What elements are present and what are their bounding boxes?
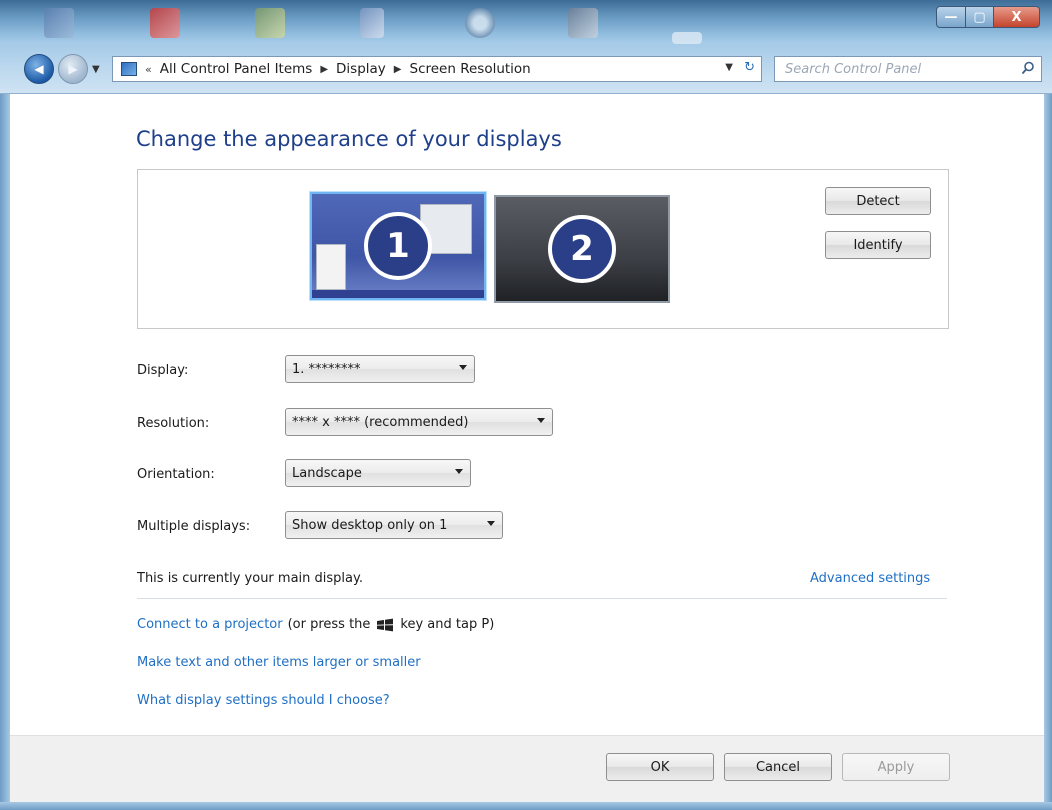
minimize-button[interactable]: — (936, 6, 966, 28)
cancel-button[interactable]: Cancel (724, 753, 832, 781)
taskbar-app-icon[interactable] (465, 8, 495, 38)
search-icon[interactable] (1021, 61, 1035, 75)
breadcrumb-all-control-panel-items[interactable]: All Control Panel Items (160, 61, 313, 77)
breadcrumb-overflow[interactable]: « (145, 63, 152, 76)
display-label: Display: (137, 363, 189, 378)
text-size-link[interactable]: Make text and other items larger or smal… (137, 655, 421, 670)
window-frame-right (1044, 94, 1052, 810)
identify-button[interactable]: Identify (825, 231, 931, 259)
taskbar-app-icon[interactable] (255, 8, 285, 38)
connect-projector-link[interactable]: Connect to a projector (137, 617, 283, 632)
taskbar-app-icon[interactable] (150, 8, 180, 38)
monitor-2[interactable]: 2 (494, 195, 670, 303)
resolution-select[interactable]: **** x **** (recommended) (285, 408, 553, 436)
search-input[interactable] (785, 61, 1005, 77)
display-help-link[interactable]: What display settings should I choose? (137, 693, 390, 708)
monitor-window-thumbnail (316, 244, 346, 290)
windows-key-icon (377, 618, 394, 631)
chevron-down-icon (537, 418, 545, 423)
resolution-select-value: **** x **** (recommended) (292, 414, 469, 430)
taskbar-app-icon[interactable] (672, 32, 702, 44)
address-bar[interactable]: « All Control Panel Items ▶ Display ▶ Sc… (112, 56, 762, 82)
monitor-1[interactable]: 1 (310, 192, 486, 300)
window-controls: — ▢ X (936, 6, 1040, 28)
divider (137, 598, 947, 599)
maximize-button[interactable]: ▢ (966, 6, 994, 28)
projector-hint-after: key and tap P) (400, 617, 495, 632)
chevron-down-icon (487, 521, 495, 526)
forward-button[interactable]: ▶ (58, 54, 88, 84)
orientation-label: Orientation: (137, 467, 215, 482)
control-panel-icon (121, 62, 137, 76)
multiple-displays-select-value: Show desktop only on 1 (292, 517, 448, 533)
breadcrumb-separator[interactable]: ▶ (320, 64, 328, 75)
back-icon: ◀ (34, 62, 44, 76)
window-frame-bottom (0, 802, 1052, 810)
window-titlebar: — ▢ X (0, 0, 1052, 44)
ok-button[interactable]: OK (606, 753, 714, 781)
resolution-label: Resolution: (137, 416, 210, 431)
projector-line: Connect to a projector (or press the key… (137, 617, 494, 632)
close-button[interactable]: X (994, 6, 1040, 28)
multiple-displays-label: Multiple displays: (137, 519, 251, 534)
orientation-select-value: Landscape (292, 465, 362, 481)
breadcrumb-screen-resolution[interactable]: Screen Resolution (410, 61, 531, 77)
monitor-arrangement-panel: 1 2 Detect Identify (137, 169, 949, 329)
address-history-dropdown[interactable]: ▼ (725, 62, 733, 73)
page-title: Change the appearance of your displays (136, 127, 562, 151)
projector-hint-before: (or press the (287, 617, 371, 632)
display-select[interactable]: 1. ******** (285, 355, 475, 383)
chevron-down-icon (459, 365, 467, 370)
chevron-down-icon (455, 469, 463, 474)
taskbar-app-icon[interactable] (44, 8, 74, 38)
detect-button[interactable]: Detect (825, 187, 931, 215)
search-box[interactable] (774, 56, 1042, 82)
advanced-settings-link[interactable]: Advanced settings (810, 571, 930, 586)
dialog-footer: OK Cancel Apply (10, 735, 1044, 802)
main-display-note: This is currently your main display. (137, 571, 363, 586)
back-button[interactable]: ◀ (24, 54, 54, 84)
navigation-bar: ◀ ▶ ▼ « All Control Panel Items ▶ Displa… (0, 44, 1052, 94)
taskbar-app-icon[interactable] (360, 8, 384, 38)
forward-icon: ▶ (68, 62, 78, 76)
monitor-number-badge: 2 (548, 215, 616, 283)
monitor-number-badge: 1 (364, 212, 432, 280)
orientation-select[interactable]: Landscape (285, 459, 471, 487)
breadcrumb-display[interactable]: Display (336, 61, 386, 77)
taskbar-app-icon[interactable] (568, 8, 598, 38)
monitor-taskbar (312, 290, 484, 298)
multiple-displays-select[interactable]: Show desktop only on 1 (285, 511, 503, 539)
apply-button[interactable]: Apply (842, 753, 950, 781)
recent-pages-dropdown[interactable]: ▼ (92, 64, 100, 75)
display-select-value: 1. ******** (292, 361, 361, 377)
content-area: Change the appearance of your displays 1… (10, 95, 1044, 735)
window-frame-left (0, 94, 10, 810)
breadcrumb-separator[interactable]: ▶ (394, 64, 402, 75)
refresh-icon[interactable]: ↻ (744, 60, 755, 75)
